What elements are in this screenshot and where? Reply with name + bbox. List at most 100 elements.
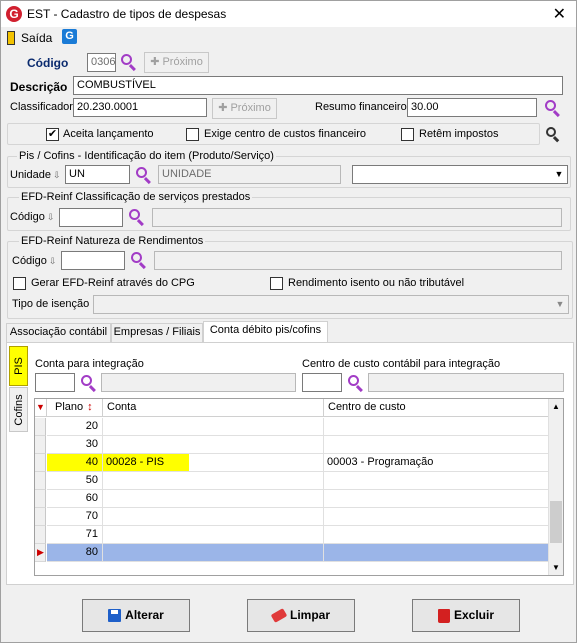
excluir-label: Excluir: [453, 608, 495, 622]
tab-associacao-contabil[interactable]: Associação contábil: [6, 323, 111, 342]
chevron-down-icon[interactable]: ▼: [553, 297, 567, 312]
exit-door-icon[interactable]: [7, 31, 15, 45]
side-tab-cofins-label: Cofins: [12, 393, 25, 426]
reinf-natureza-codigo-input[interactable]: [61, 251, 125, 270]
header-plano[interactable]: Plano ↕: [47, 399, 103, 417]
side-tab-cofins[interactable]: Cofins: [9, 387, 28, 432]
grid-scrollbar[interactable]: ▲ ▼: [548, 399, 563, 575]
search-icon[interactable]: [130, 251, 148, 270]
help-icon[interactable]: G: [62, 29, 77, 44]
pis-cofins-select[interactable]: ▼: [352, 165, 568, 184]
reinf-servicos-codigo-input[interactable]: [59, 208, 123, 227]
conta-integracao-input[interactable]: [35, 373, 75, 392]
table-row[interactable]: 70: [35, 508, 549, 526]
centro-custo-description: [368, 373, 564, 392]
classificador-label: Classificador: [10, 101, 73, 113]
exige-centro-custos-label: Exige centro de custos financeiro: [204, 128, 367, 140]
table-row[interactable]: 60: [35, 490, 549, 508]
cell-centro-custo[interactable]: [324, 418, 549, 436]
scroll-thumb[interactable]: [550, 501, 562, 543]
exit-button[interactable]: Saída: [21, 31, 52, 45]
rendimento-isento-checkbox[interactable]: [270, 277, 283, 290]
cell-plano[interactable]: 71: [47, 526, 103, 544]
search-icon[interactable]: [128, 208, 146, 227]
close-icon[interactable]: ✕: [553, 4, 566, 24]
proximo-codigo-button[interactable]: ✚ Próximo: [144, 52, 209, 73]
reinf-servicos-codigo-text: Código: [10, 211, 45, 223]
row-indicator[interactable]: [35, 472, 46, 490]
row-indicator[interactable]: [35, 508, 46, 526]
resumo-financeiro-input[interactable]: 30.00: [407, 98, 537, 117]
row-indicator[interactable]: [35, 436, 46, 454]
cell-conta[interactable]: [103, 490, 324, 508]
side-tab-pis[interactable]: PIS: [9, 346, 28, 386]
cell-conta[interactable]: [103, 472, 324, 490]
cell-centro-custo[interactable]: [324, 490, 549, 508]
header-plano-label: Plano: [55, 401, 84, 413]
cell-plano[interactable]: 20: [47, 418, 103, 436]
limpar-button[interactable]: Limpar: [247, 599, 355, 632]
proximo-classificador-button[interactable]: ✚ Próximo: [212, 98, 277, 119]
tab-bar: Associação contábil Empresas / Filiais C…: [4, 321, 574, 343]
centro-custo-input[interactable]: [302, 373, 342, 392]
table-row[interactable]: 30: [35, 436, 549, 454]
gerar-reinf-checkbox[interactable]: [13, 277, 26, 290]
cell-centro-custo[interactable]: [324, 508, 549, 526]
tab-conta-debito-pis-cofins[interactable]: Conta débito pis/cofins: [203, 321, 328, 342]
aceita-lancamento-checkbox[interactable]: ✔: [46, 128, 59, 141]
cell-plano[interactable]: 80: [47, 544, 103, 562]
search-icon[interactable]: [544, 99, 562, 118]
cell-centro-custo[interactable]: [324, 544, 549, 562]
zoom-in-icon[interactable]: [546, 127, 560, 143]
codigo-input[interactable]: 03069: [87, 53, 116, 72]
search-icon[interactable]: [80, 374, 98, 393]
sort-indicator-icon: ▼: [35, 399, 47, 417]
scroll-up-icon[interactable]: ▲: [552, 402, 560, 411]
search-icon[interactable]: [135, 166, 153, 185]
classificador-input[interactable]: 20.230.0001: [73, 98, 207, 117]
header-conta[interactable]: Conta: [103, 399, 324, 417]
table-row[interactable]: ▶ 80: [35, 544, 549, 562]
alterar-button[interactable]: Alterar: [82, 599, 190, 632]
chevron-down-icon[interactable]: ▼: [552, 167, 566, 182]
tab-empresas-filiais[interactable]: Empresas / Filiais: [111, 323, 203, 342]
rendimento-isento-label: Rendimento isento ou não tributável: [288, 277, 465, 289]
cell-plano[interactable]: 40: [47, 454, 103, 472]
cell-plano[interactable]: 60: [47, 490, 103, 508]
descricao-input[interactable]: COMBUSTÍVEL: [73, 76, 563, 95]
cell-conta[interactable]: [103, 418, 324, 436]
cell-centro-custo[interactable]: [324, 472, 549, 490]
cell-plano[interactable]: 50: [47, 472, 103, 490]
unidade-input[interactable]: UN: [65, 165, 130, 184]
cell-conta[interactable]: [103, 544, 324, 562]
cell-conta[interactable]: [103, 436, 324, 454]
search-icon[interactable]: [120, 53, 138, 72]
cell-plano[interactable]: 30: [47, 436, 103, 454]
exige-centro-custos-checkbox[interactable]: [186, 128, 199, 141]
cell-centro-custo[interactable]: [324, 526, 549, 544]
search-icon[interactable]: [347, 374, 365, 393]
header-centro-custo[interactable]: Centro de custo: [324, 399, 549, 417]
cell-conta[interactable]: [103, 526, 324, 544]
sort-ascending-icon: ↕: [87, 401, 93, 413]
retem-impostos-checkbox[interactable]: [401, 128, 414, 141]
table-row[interactable]: 40 00028 - PIS 00003 - Programação: [35, 454, 549, 472]
cell-plano[interactable]: 70: [47, 508, 103, 526]
row-indicator[interactable]: [35, 454, 46, 472]
aceita-lancamento-label: Aceita lançamento: [63, 128, 154, 140]
reinf-servicos-codigo-label: Código ⇩: [10, 211, 54, 223]
cell-centro-custo[interactable]: 00003 - Programação: [324, 454, 549, 472]
tipo-isencao-select[interactable]: ▼: [93, 295, 569, 314]
row-indicator[interactable]: ▶: [35, 544, 46, 562]
cell-centro-custo[interactable]: [324, 436, 549, 454]
table-row[interactable]: 50: [35, 472, 549, 490]
table-row[interactable]: 20: [35, 418, 549, 436]
table-row[interactable]: 71: [35, 526, 549, 544]
cell-conta[interactable]: 00028 - PIS: [103, 454, 324, 472]
row-indicator[interactable]: [35, 490, 46, 508]
scroll-down-icon[interactable]: ▼: [552, 563, 560, 572]
row-indicator[interactable]: [35, 526, 46, 544]
excluir-button[interactable]: Excluir: [412, 599, 520, 632]
cell-conta[interactable]: [103, 508, 324, 526]
row-indicator[interactable]: [35, 418, 46, 436]
